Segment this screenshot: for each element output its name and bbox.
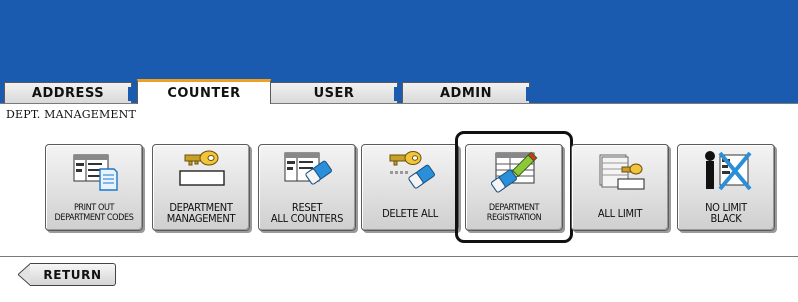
tab-admin[interactable]: ADMIN	[402, 82, 530, 103]
print-out-department-codes-label: PRINT OUT DEPARTMENT CODES	[54, 203, 134, 223]
reset-all-counters-label: RESET ALL COUNTERS	[270, 201, 344, 225]
tab-counter[interactable]: COUNTER	[137, 79, 271, 104]
print-list-icon	[73, 154, 118, 191]
tab-admin-label: ADMIN	[439, 85, 492, 101]
department-management-button[interactable]: DEPARTMENT MANAGEMENT	[152, 144, 250, 231]
department-management-label: DEPARTMENT MANAGEMENT	[166, 201, 236, 225]
tab-address[interactable]: ADDRESS	[4, 82, 132, 103]
paper-stack-key-icon	[599, 154, 645, 190]
erase-counters-icon	[284, 152, 332, 185]
no-limit-icon	[705, 151, 752, 191]
delete-all-label: DELETE ALL	[382, 206, 438, 220]
delete-all-button[interactable]: DELETE ALL	[361, 144, 459, 231]
department-registration-label: DEPARTMENT REGISTRATION	[486, 203, 542, 223]
return-label: RETURN	[43, 267, 102, 282]
print-out-department-codes-button[interactable]: PRINT OUT DEPARTMENT CODES	[45, 144, 143, 231]
reset-all-counters-button[interactable]: RESET ALL COUNTERS	[258, 144, 356, 231]
key-eraser-icon	[389, 151, 435, 189]
tab-user[interactable]: USER	[270, 82, 398, 103]
footer-divider	[0, 256, 798, 257]
tab-user-label: USER	[313, 85, 355, 101]
no-limit-black-button[interactable]: NO LIMIT BLACK	[677, 144, 775, 231]
no-limit-black-label: NO LIMIT BLACK	[705, 201, 747, 225]
edit-register-icon	[491, 151, 538, 193]
key-password-icon	[179, 150, 225, 186]
return-button[interactable]: RETURN	[30, 263, 116, 286]
tab-address-label: ADDRESS	[31, 85, 105, 101]
header-bar	[0, 0, 798, 80]
all-limit-label: ALL LIMIT	[597, 206, 643, 220]
department-registration-button[interactable]: DEPARTMENT REGISTRATION	[465, 144, 563, 231]
tab-counter-label: COUNTER	[167, 85, 241, 101]
page-title: DEPT. MANAGEMENT	[6, 108, 137, 121]
all-limit-button[interactable]: ALL LIMIT	[571, 144, 669, 231]
